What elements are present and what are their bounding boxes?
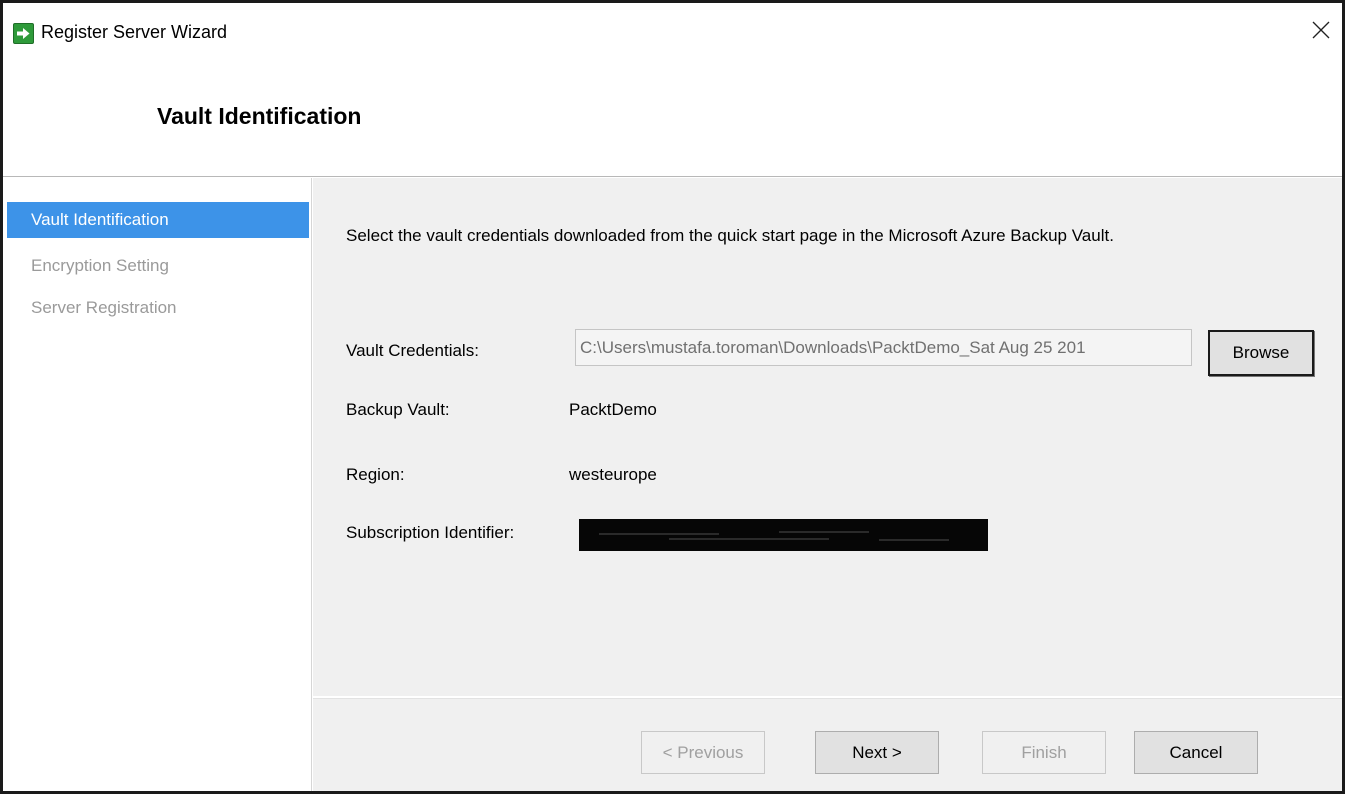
wizard-steps-sidebar: Vault Identification Encryption Setting … [3,178,312,791]
register-server-wizard-window: Register Server Wizard Vault Identificat… [0,0,1345,794]
wizard-footer: < Previous Next > Finish Cancel [313,697,1342,791]
step-server-registration[interactable]: Server Registration [7,290,309,326]
window-title: Register Server Wizard [41,22,228,42]
previous-button[interactable]: < Previous [641,731,765,774]
close-button[interactable] [1304,13,1338,47]
backup-vault-value: PacktDemo [569,400,657,419]
subscription-identifier-label: Subscription Identifier: [346,523,515,542]
region-label: Region: [346,465,405,484]
browse-button[interactable]: Browse [1208,330,1314,376]
next-button[interactable]: Next > [815,731,939,774]
wizard-header: Vault Identification [3,59,1342,177]
title-bar: Register Server Wizard [3,3,1342,59]
redacted-subscription-value [579,519,988,551]
region-value: westeurope [569,465,657,484]
step-encryption-setting[interactable]: Encryption Setting [7,248,309,284]
green-arrow-icon [13,23,34,44]
footer-divider [313,698,1342,699]
close-icon [1312,21,1330,39]
vault-credentials-field[interactable]: C:\Users\mustafa.toroman\Downloads\Packt… [575,329,1192,366]
vault-credentials-label: Vault Credentials: [346,341,479,360]
finish-button[interactable]: Finish [982,731,1106,774]
main-panel: Select the vault credentials downloaded … [313,178,1342,696]
page-title: Vault Identification [157,103,362,129]
instructions-text: Select the vault credentials downloaded … [346,226,1114,245]
cancel-button[interactable]: Cancel [1134,731,1258,774]
backup-vault-label: Backup Vault: [346,400,450,419]
step-vault-identification[interactable]: Vault Identification [7,202,309,238]
